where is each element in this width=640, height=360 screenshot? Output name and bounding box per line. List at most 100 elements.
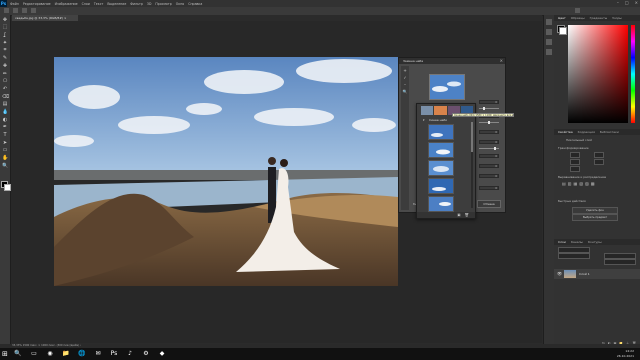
hand-icon[interactable]: ✋ — [2, 155, 8, 161]
menu-layer[interactable]: Слои — [82, 2, 90, 6]
tab-adjustments[interactable]: Коррекция — [578, 129, 595, 135]
color-adjust-field[interactable]: 0 — [479, 174, 499, 178]
background-color[interactable] — [4, 184, 11, 191]
remove-background-button[interactable]: Удалить фон — [572, 207, 618, 214]
add-sky-icon[interactable]: ▣ — [457, 212, 460, 218]
scale-field[interactable]: 0 — [479, 154, 499, 158]
brush-settings-icon[interactable] — [546, 29, 552, 35]
tab-color[interactable]: Цвет — [558, 15, 566, 21]
menu-help[interactable]: Справка — [188, 2, 202, 6]
tool-preset-icon[interactable] — [13, 8, 18, 13]
sky-group-sunset[interactable] — [434, 106, 447, 115]
brush-icon[interactable]: ✏ — [2, 71, 8, 77]
path-select-icon[interactable]: ➤ — [2, 140, 8, 146]
sky-brush-icon[interactable]: ✓ — [403, 75, 408, 80]
fill-field[interactable] — [604, 259, 636, 265]
blur-icon[interactable]: 💧 — [2, 109, 8, 115]
type-icon[interactable]: T — [2, 132, 8, 138]
layer-name[interactable]: Слой 1 — [579, 272, 590, 276]
healing-icon[interactable]: ✚ — [2, 63, 8, 69]
shift-edge-field[interactable]: 0 — [479, 100, 499, 104]
shift-edge-slider[interactable] — [479, 107, 499, 110]
menu-view[interactable]: Просмотр — [155, 2, 171, 6]
y-field[interactable] — [594, 159, 604, 165]
pen-icon[interactable]: ✒ — [2, 124, 8, 130]
marquee-icon[interactable]: ⬚ — [2, 24, 8, 30]
blend-mode-select[interactable] — [558, 253, 590, 259]
wedding-photo[interactable] — [54, 57, 398, 286]
temperature-field[interactable]: 0 — [479, 140, 499, 144]
tab-layers[interactable]: Слои — [558, 239, 566, 245]
dialog-close-icon[interactable]: × — [500, 58, 503, 64]
history-brush-icon[interactable]: ↶ — [2, 86, 8, 92]
zoom-icon[interactable]: 🔍 — [2, 163, 8, 169]
tab-gradients[interactable]: Градиенты — [590, 15, 608, 21]
visibility-eye-icon[interactable]: 👁 — [557, 271, 562, 276]
sky-thumbnail[interactable] — [428, 142, 454, 158]
angle-field[interactable] — [570, 166, 580, 172]
temperature-slider[interactable] — [479, 147, 499, 150]
select-subject-button[interactable]: Выбрать предмет — [572, 214, 618, 221]
menu-window[interactable]: Окно — [176, 2, 184, 6]
layer-row[interactable]: 👁 Слой 1 — [554, 269, 640, 279]
shape-icon[interactable]: ▭ — [2, 147, 8, 153]
eraser-icon[interactable]: ⌫ — [2, 94, 9, 100]
tab-channels[interactable]: Каналы — [571, 239, 583, 245]
windows-start-icon[interactable]: ⊞ — [2, 350, 10, 358]
settings-icon[interactable]: ⚙ — [142, 350, 150, 358]
height-field[interactable] — [594, 152, 604, 158]
mail-icon[interactable]: ✉ — [94, 350, 102, 358]
menu-type[interactable]: Текст — [94, 2, 103, 6]
align-icons[interactable]: ▤▥▦▧▨▩ — [562, 181, 597, 186]
hue-slider[interactable] — [631, 25, 635, 123]
fg-bg-color-swatches[interactable] — [1, 181, 11, 191]
sky-thumbnail[interactable] — [428, 160, 454, 176]
eyedropper-icon[interactable]: ✎ — [2, 55, 8, 61]
menu-file[interactable]: Файл — [10, 2, 19, 6]
folder-icon[interactable]: 📁 — [62, 350, 70, 358]
gradient-icon[interactable]: ▤ — [2, 101, 8, 107]
minimize-button[interactable]: – — [617, 0, 619, 5]
paragraph-icon[interactable] — [546, 49, 552, 55]
cancel-button[interactable]: Отмена — [477, 200, 501, 208]
menu-3d[interactable]: 3D — [147, 2, 151, 6]
sky-thumbnail[interactable] — [428, 196, 454, 212]
tab-paths[interactable]: Контуры — [588, 239, 602, 245]
sky-thumbnail[interactable] — [428, 124, 454, 140]
trash-icon[interactable]: 🗑 — [465, 212, 469, 218]
sky-group-blue[interactable] — [421, 106, 434, 115]
lighting-field[interactable]: 0 — [479, 164, 499, 168]
chrome-icon[interactable]: ◉ — [46, 350, 54, 358]
slider-handle[interactable] — [488, 121, 490, 124]
sky-preview-thumbnail[interactable] — [429, 74, 465, 100]
sky-folder-label[interactable]: Синее небо — [429, 118, 447, 122]
slider-handle[interactable] — [482, 107, 485, 110]
tab-libraries[interactable]: Библиотеки — [600, 129, 619, 135]
sky-move-icon[interactable]: + — [403, 68, 408, 73]
crop-icon[interactable]: ⌗ — [2, 47, 8, 53]
brush-size-icon[interactable] — [22, 8, 27, 13]
mode-icon[interactable] — [31, 8, 36, 13]
tab-swatches[interactable]: Образцы — [571, 15, 585, 21]
color-picker-field[interactable] — [568, 25, 628, 123]
background-swatch[interactable] — [559, 27, 567, 35]
menu-image[interactable]: Изображение — [55, 2, 78, 6]
photoshop-icon[interactable]: Ps — [110, 350, 118, 358]
x-field[interactable] — [570, 159, 580, 165]
magic-wand-icon[interactable]: ✦ — [2, 40, 8, 46]
share-icon[interactable] — [575, 8, 580, 13]
history-icon[interactable] — [546, 19, 552, 25]
fade-edge-slider[interactable] — [479, 121, 499, 124]
taskbar-clock[interactable]: 14:22 26.10.2021 — [617, 349, 634, 358]
sky-thumbnail[interactable] — [428, 178, 454, 194]
move-icon[interactable]: ✥ — [2, 17, 8, 23]
app-icon[interactable]: ◆ — [158, 350, 166, 358]
close-button[interactable]: × — [635, 0, 638, 5]
tab-patterns[interactable]: Узоры — [612, 15, 622, 21]
home-icon[interactable] — [4, 8, 9, 13]
lasso-icon[interactable]: ʆ — [2, 32, 8, 38]
hand-icon[interactable]: – — [403, 82, 408, 87]
tab-properties[interactable]: Свойства — [558, 129, 573, 135]
stamp-icon[interactable]: ⎔ — [2, 78, 8, 84]
character-icon[interactable] — [546, 39, 552, 45]
